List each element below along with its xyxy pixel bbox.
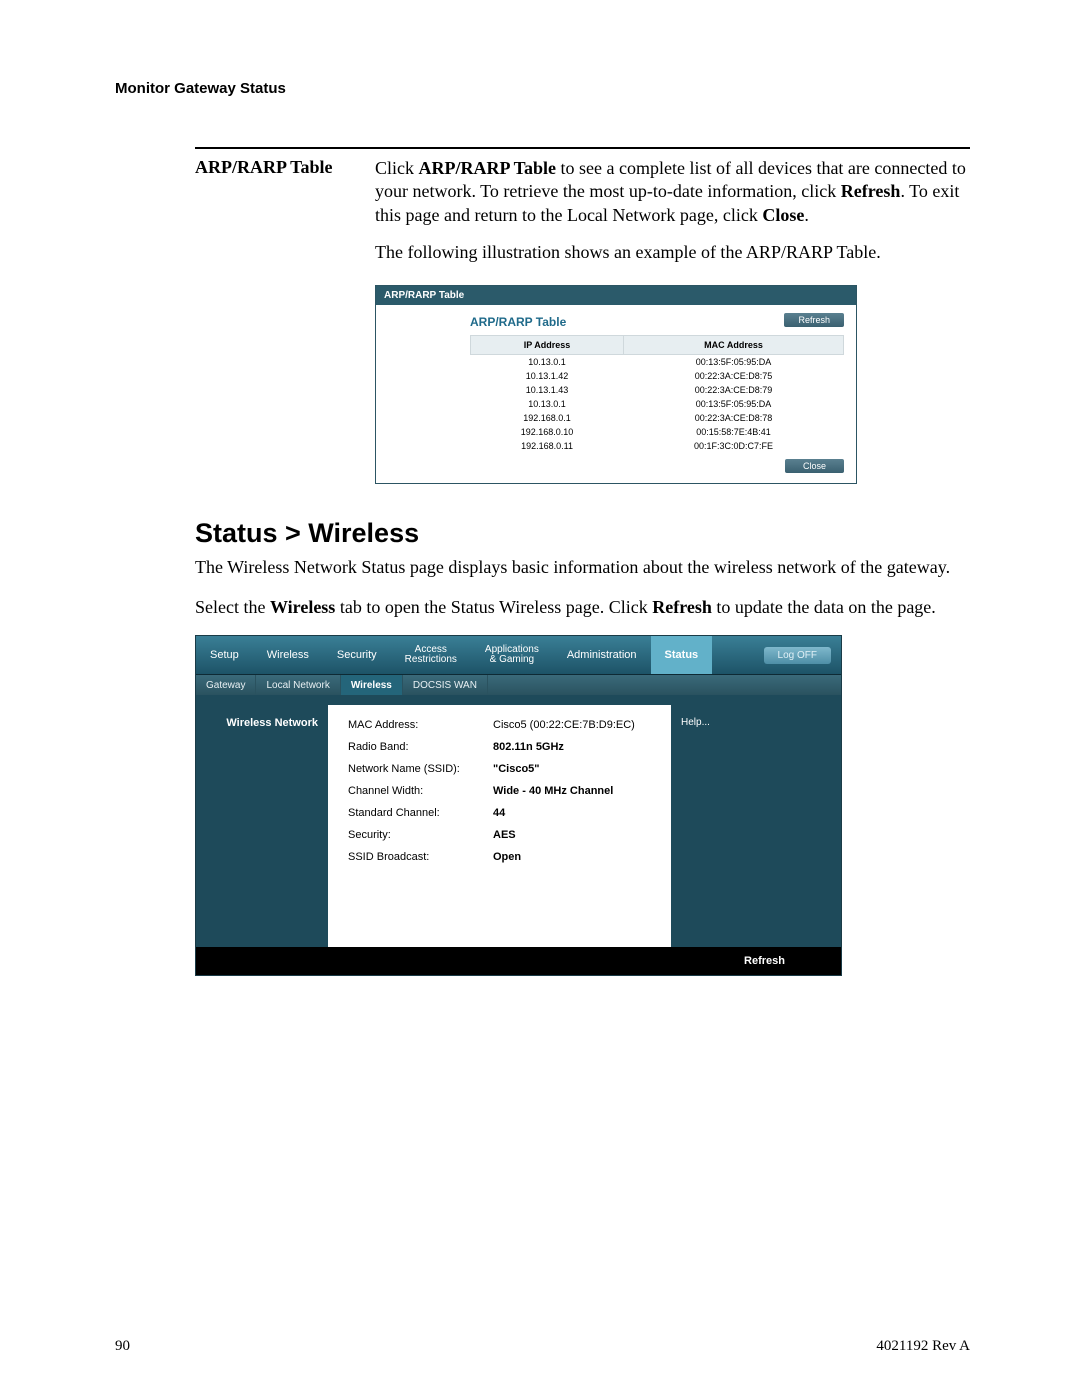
table-row: 10.13.1.4200:22:3A:CE:D8:75 xyxy=(471,369,844,383)
label-mac: MAC Address: xyxy=(348,719,493,731)
tab-applications-gaming[interactable]: Applications & Gaming xyxy=(471,636,553,674)
tab-security[interactable]: Security xyxy=(323,636,391,674)
arp-definition-row: ARP/RARP Table Click ARP/RARP Table to s… xyxy=(195,157,970,279)
text: The Wireless Network Status page display… xyxy=(195,555,970,579)
arp-table: IP Address MAC Address 10.13.0.100:13:5F… xyxy=(470,335,844,453)
tab-access-restrictions[interactable]: Access Restrictions xyxy=(391,636,471,674)
router-top-nav: Setup Wireless Security Access Restricti… xyxy=(196,636,841,674)
logoff-button[interactable]: Log OFF xyxy=(764,647,831,664)
tab-setup[interactable]: Setup xyxy=(196,636,253,674)
running-header: Monitor Gateway Status xyxy=(115,80,970,97)
table-row: 10.13.1.4300:22:3A:CE:D8:79 xyxy=(471,383,844,397)
col-ip: IP Address xyxy=(471,335,624,354)
subtab-wireless[interactable]: Wireless xyxy=(341,675,403,695)
value-radio-band: 802.11n 5GHz xyxy=(493,741,564,753)
table-row: 192.168.0.100:22:3A:CE:D8:78 xyxy=(471,411,844,425)
table-row: 192.168.0.1100:1F:3C:0D:C7:FE xyxy=(471,439,844,453)
col-mac: MAC Address xyxy=(624,335,844,354)
help-link[interactable]: Help... xyxy=(681,717,710,728)
text: . xyxy=(804,205,809,225)
text: tab to open the Status Wireless page. Cl… xyxy=(335,597,652,617)
text: Select the Wireless tab to open the Stat… xyxy=(195,595,970,619)
label-ssid-broadcast: SSID Broadcast: xyxy=(348,851,493,863)
text-bold: Close xyxy=(762,205,804,225)
router-footer: Refresh xyxy=(196,947,841,975)
text: Select the xyxy=(195,597,270,617)
doc-id: 4021192 Rev A xyxy=(876,1338,970,1355)
label-security: Security: xyxy=(348,829,493,841)
arp-term: ARP/RARP Table xyxy=(195,157,375,279)
router-screenshot: Setup Wireless Security Access Restricti… xyxy=(195,635,842,976)
router-side-label-col: Wireless Network xyxy=(196,705,328,947)
refresh-button[interactable]: Refresh xyxy=(724,951,805,971)
arp-tab[interactable]: ARP/RARP Table xyxy=(376,286,472,305)
value-ssid-broadcast: Open xyxy=(493,851,521,863)
subtab-gateway[interactable]: Gateway xyxy=(196,675,256,695)
value-standard-channel: 44 xyxy=(493,807,505,819)
section-heading-status-wireless: Status > Wireless xyxy=(195,518,970,549)
value-security: AES xyxy=(493,829,516,841)
tab-status[interactable]: Status xyxy=(651,636,713,674)
value-mac: Cisco5 (00:22:CE:7B:D9:EC) xyxy=(493,719,635,731)
text-bold: Refresh xyxy=(841,181,901,201)
arp-close-button[interactable]: Close xyxy=(785,459,844,473)
rule xyxy=(195,147,970,149)
router-sub-nav: Gateway Local Network Wireless DOCSIS WA… xyxy=(196,674,841,695)
router-help-panel: Help... xyxy=(671,705,841,947)
arp-description: Click ARP/RARP Table to see a complete l… xyxy=(375,157,970,279)
side-label-wireless-network: Wireless Network xyxy=(196,705,326,729)
text-bold: Refresh xyxy=(652,597,712,617)
arp-refresh-button[interactable]: Refresh xyxy=(784,313,844,327)
table-row: 10.13.0.100:13:5F:05:95:DA xyxy=(471,397,844,411)
router-center-panel: MAC Address:Cisco5 (00:22:CE:7B:D9:EC) R… xyxy=(328,705,671,947)
tab-wireless[interactable]: Wireless xyxy=(253,636,323,674)
subtab-docsis-wan[interactable]: DOCSIS WAN xyxy=(403,675,488,695)
label-radio-band: Radio Band: xyxy=(348,741,493,753)
label-ssid: Network Name (SSID): xyxy=(348,763,493,775)
label-channel-width: Channel Width: xyxy=(348,785,493,797)
text: Click xyxy=(375,158,419,178)
table-row: 192.168.0.1000:15:58:7E:4B:41 xyxy=(471,425,844,439)
text: to update the data on the page. xyxy=(712,597,936,617)
page-number: 90 xyxy=(115,1338,130,1355)
text-bold: Wireless xyxy=(270,597,335,617)
value-channel-width: Wide - 40 MHz Channel xyxy=(493,785,613,797)
table-row: 10.13.0.100:13:5F:05:95:DA xyxy=(471,354,844,369)
text: The following illustration shows an exam… xyxy=(375,241,970,264)
page-footer: 90 4021192 Rev A xyxy=(115,1338,970,1355)
subtab-local-network[interactable]: Local Network xyxy=(256,675,340,695)
tab-administration[interactable]: Administration xyxy=(553,636,651,674)
arp-table-screenshot: ARP/RARP Table ARP/RARP Table Refresh IP… xyxy=(375,285,857,484)
value-ssid: "Cisco5" xyxy=(493,763,540,775)
text-bold: ARP/RARP Table xyxy=(419,158,557,178)
label-standard-channel: Standard Channel: xyxy=(348,807,493,819)
arp-sidebar xyxy=(376,305,458,483)
